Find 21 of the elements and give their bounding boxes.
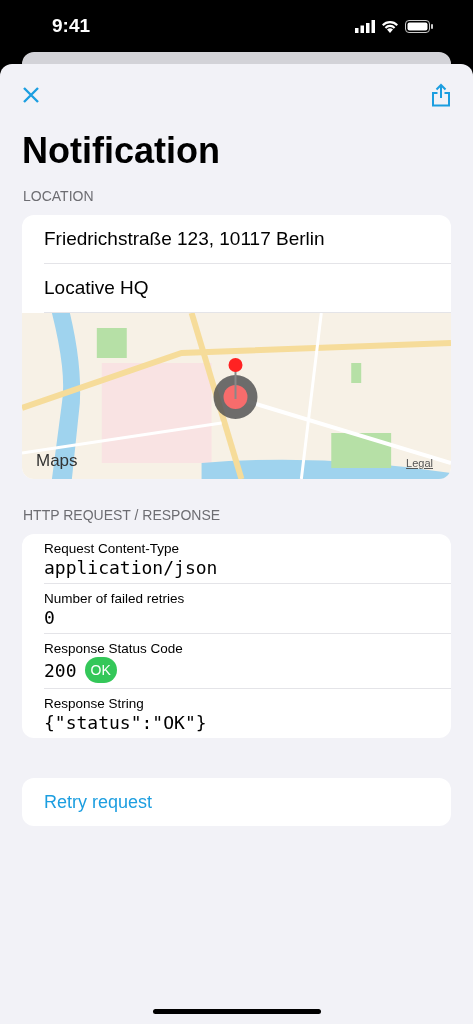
field-value: {"status":"OK"} [44,712,207,733]
wifi-icon [381,19,399,33]
field-value: application/json [44,557,218,578]
status-badge: OK [84,657,117,683]
field-value: 0 [44,607,55,628]
field-label: Response Status Code [44,641,184,656]
section-header: HTTP REQUEST / RESPONSE [23,507,222,523]
field-label: Response String [44,696,145,711]
close-button[interactable] [22,86,40,104]
location-row: Friedrichstraße 123, 10117 Berlin [44,215,451,264]
maps-logo: Maps [36,451,78,471]
status-time: 9:41 [52,15,91,37]
share-button[interactable] [431,83,451,107]
section-header: LOCATION [23,188,95,204]
page-title: Notification [22,130,221,172]
battery-icon [405,19,433,33]
legal-link[interactable]: Legal [406,457,433,469]
signal-icon [355,19,375,33]
field-label: Request Content-Type [44,541,181,556]
field-label: Number of failed retries [44,591,186,606]
field-value: 200 [44,659,77,681]
